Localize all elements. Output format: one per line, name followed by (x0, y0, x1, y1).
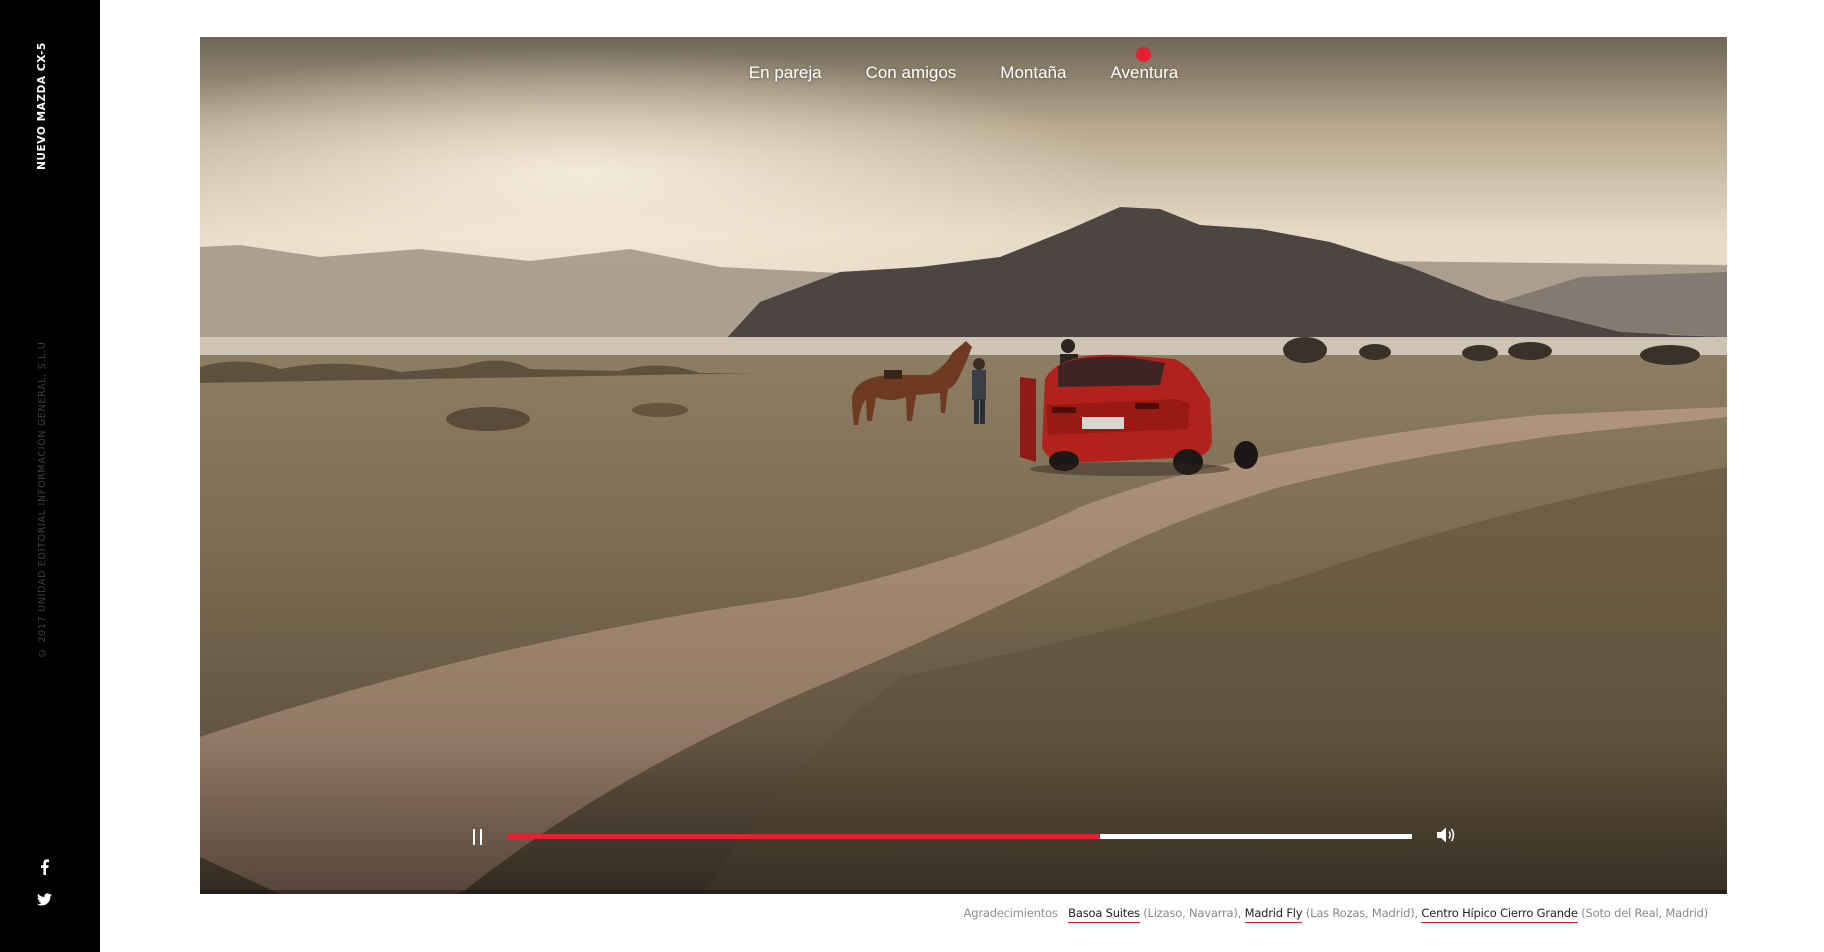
tab-label: Aventura (1110, 63, 1179, 82)
credit-location: (Lizaso, Navarra) (1143, 906, 1238, 920)
tab-en-pareja[interactable]: En pareja (727, 59, 844, 87)
credits-line: Agradecimientos Basoa Suites (Lizaso, Na… (963, 906, 1708, 923)
left-sidebar: NUEVO MAZDA CX-5 © 2017 UNIDAD EDITORIAL… (0, 0, 100, 952)
copyright-text: © 2017 UNIDAD EDITORIAL INFORMACIÓN GENE… (37, 341, 48, 658)
credits-lead: Agradecimientos (963, 906, 1058, 920)
pause-button[interactable] (470, 827, 486, 847)
credit-link-basoa-suites[interactable]: Basoa Suites (1068, 906, 1140, 923)
video-frame (200, 37, 1727, 894)
tab-label: Con amigos (865, 63, 957, 82)
progress-fill (507, 834, 1100, 839)
credit-location: (Soto del Real, Madrid) (1581, 906, 1708, 920)
facebook-link[interactable] (34, 857, 54, 877)
facebook-icon (40, 859, 49, 875)
twitter-link[interactable] (34, 889, 54, 909)
tab-label: En pareja (748, 63, 822, 82)
video-progress-bar[interactable] (507, 834, 1412, 839)
twitter-icon (36, 892, 52, 906)
volume-icon (1436, 827, 1456, 848)
video-player[interactable]: En pareja Con amigos Montaña Aventura (200, 37, 1727, 894)
active-tab-indicator (1136, 47, 1152, 62)
tab-con-amigos[interactable]: Con amigos (844, 59, 979, 87)
volume-button[interactable] (1436, 826, 1458, 846)
tab-aventura[interactable]: Aventura (1088, 47, 1200, 87)
credit-location: (Las Rozas, Madrid) (1305, 906, 1415, 920)
credit-link-madrid-fly[interactable]: Madrid Fly (1244, 906, 1303, 923)
credit-link-centro-hipico[interactable]: Centro Hípico Cierro Grande (1421, 906, 1578, 923)
category-tabs: En pareja Con amigos Montaña Aventura (200, 47, 1727, 87)
tab-label: Montaña (1000, 63, 1067, 82)
video-bottom-edge (200, 890, 1727, 894)
brand-title: NUEVO MAZDA CX-5 (36, 42, 48, 170)
credit-separator: , (1237, 906, 1245, 920)
tab-montana[interactable]: Montaña (978, 59, 1088, 87)
